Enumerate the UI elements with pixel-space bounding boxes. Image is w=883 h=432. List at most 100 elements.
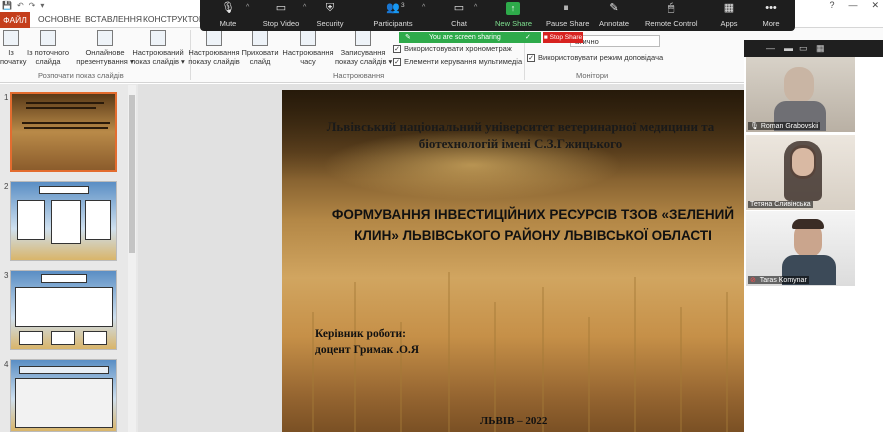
chat-button[interactable]: ▭ Chat (448, 2, 470, 28)
new-share-button[interactable]: ↑ New Share (495, 2, 532, 28)
mute-button[interactable]: 🎙 Mute (214, 2, 242, 28)
pause-icon: ⏸ (563, 2, 569, 14)
more-dots-icon: ••• (765, 2, 777, 14)
checkbox-checked-icon: ✓ (393, 44, 401, 53)
single-view-icon[interactable]: ▬ (784, 43, 793, 53)
stopwatch-icon (300, 30, 316, 46)
remote-control-button[interactable]: 🖱 Remote Control (645, 2, 698, 28)
avatar (784, 67, 814, 103)
media-controls-checkbox[interactable]: ✓ Елементи керування мультимедіа (393, 57, 522, 66)
mouse-icon: 🖱 (667, 2, 675, 14)
slide-number: 4 (4, 360, 9, 369)
save-icon[interactable]: 💾 (2, 1, 12, 10)
zoom-meeting-toolbar: 🎙 Mute ^ ▭ Stop Video ^ ⛨ Security 👥 Par… (200, 0, 795, 31)
video-camera-icon: ▭ (275, 2, 287, 14)
slide-thumbnail-4[interactable] (10, 359, 117, 432)
chevron-up-icon[interactable]: ^ (246, 4, 249, 11)
tab-file[interactable]: ФАЙЛ (0, 12, 30, 28)
setup-slideshow-icon (206, 30, 222, 46)
chevron-up-icon[interactable]: ^ (474, 4, 477, 11)
shield-icon: ⛨ (325, 2, 335, 14)
pin-icon: ✎ (405, 34, 411, 41)
chevron-up-icon[interactable]: ^ (422, 4, 425, 11)
slide-number: 1 (4, 93, 9, 102)
apps-button[interactable]: ▦ Apps (718, 2, 740, 28)
stop-video-button[interactable]: ▭ Stop Video (258, 2, 304, 28)
slideshow-start-icon (3, 30, 19, 46)
record-icon (355, 30, 371, 46)
participant-name: ⊘ Taras Komynar (748, 276, 809, 284)
stop-square-icon: ■ (543, 34, 548, 41)
slide-supervisor: Керівник роботи: доцент Гримак .О.Я (315, 326, 419, 358)
slide-city-year: ЛЬВІВ – 2022 (480, 415, 548, 427)
window-controls: ? — ✕ (829, 0, 879, 11)
participant-video-tile[interactable]: 🎙 Roman Grabovskii (746, 57, 855, 132)
security-button[interactable]: ⛨ Security (314, 2, 346, 28)
scrollbar-thumb[interactable] (129, 95, 135, 253)
participants-count: 3 (401, 2, 405, 9)
custom-slideshow-icon (150, 30, 166, 46)
redo-icon[interactable]: ↷ (29, 1, 36, 10)
slide-thumbnail-2[interactable] (10, 181, 117, 261)
setup-slideshow-button[interactable]: Настроювання показу слайдів (188, 30, 240, 66)
slide-thumbnail-1[interactable] (10, 92, 117, 172)
current-slide[interactable]: Львівський національний університет вете… (282, 90, 759, 432)
chat-bubble-icon: ▭ (453, 2, 465, 14)
participants-icon: 👥 (386, 2, 400, 14)
group-label-monitors: Монітори (576, 71, 609, 80)
share-arrow-up-icon: ↑ (506, 2, 520, 15)
slide-thesis-topic: ФОРМУВАННЯ ІНВЕСТИЦІЙНИХ РЕСУРСІВ ТЗОВ «… (331, 207, 735, 243)
group-label-start-slideshow: Розпочати показ слайдів (38, 71, 124, 80)
supervisor-name: доцент Гримак .О.Я (315, 344, 420, 356)
customize-qat-icon[interactable]: ▾ (40, 1, 44, 10)
quick-access-toolbar: 💾 ↶ ↷ ▾ (2, 1, 44, 10)
checkbox-checked-icon: ✓ (527, 53, 535, 62)
monitor-select[interactable]: атично (570, 35, 660, 47)
slide-thumbnail-3[interactable] (10, 270, 117, 350)
microphone-icon: 🎙 (221, 2, 235, 14)
microphone-muted-icon: ⊘ (750, 277, 756, 284)
presenter-view-checkbox[interactable]: ✓ Використовувати режим доповідача (527, 53, 663, 62)
record-slideshow-button[interactable]: Записування показу слайдів ▾ (335, 30, 392, 66)
slideshow-current-icon (40, 30, 56, 46)
chevron-up-icon[interactable]: ^ (303, 4, 306, 11)
slide-number: 3 (4, 271, 9, 280)
tab-design[interactable]: КОНСТРУКТОР (143, 14, 205, 24)
annotate-button[interactable]: ✎ Annotate (598, 2, 630, 28)
present-online-button[interactable]: Онлайнове презентування ▾ (74, 30, 136, 66)
checkbox-checked-icon: ✓ (393, 57, 401, 66)
stop-share-button[interactable]: ■ Stop Share (543, 32, 583, 43)
undo-icon[interactable]: ↶ (17, 1, 24, 10)
video-panel-header: — ▬ ▭ ▦ (744, 40, 883, 57)
apps-grid-icon: ▦ (723, 2, 735, 14)
participant-name: 🎙 Roman Grabovskii (748, 122, 821, 130)
tab-insert[interactable]: ВСТАВЛЕННЯ (85, 14, 142, 24)
minimize-panel-icon[interactable]: — (766, 43, 775, 53)
use-timings-checkbox[interactable]: ✓ Використовувати хронометраж (393, 44, 512, 53)
custom-slideshow-button[interactable]: Настроюваний показ слайдів ▾ (130, 30, 186, 66)
help-button[interactable]: ? (829, 0, 834, 11)
from-current-slide-button[interactable]: Із поточного слайда (24, 30, 72, 66)
minimize-button[interactable]: — (848, 0, 857, 11)
screen-sharing-banner: ✎ You are screen sharing ✓ (399, 32, 541, 43)
grid-view-icon[interactable]: ▦ (816, 43, 825, 54)
slide-thumbnail-panel: 1 2 3 4 (0, 84, 138, 432)
supervisor-label: Керівник роботи: (315, 328, 407, 340)
close-button[interactable]: ✕ (871, 0, 879, 11)
pencil-icon: ✎ (609, 2, 619, 14)
slide-number: 2 (4, 182, 9, 191)
participant-video-tile[interactable]: ⊘ Taras Komynar (746, 211, 855, 286)
participants-button[interactable]: 👥 Participants (370, 2, 416, 28)
from-beginning-button[interactable]: Із початку (0, 30, 27, 66)
hide-slide-button[interactable]: Приховати слайд (240, 30, 280, 66)
group-label-setup: Настроювання (333, 71, 385, 80)
participant-name: Тетяна Сливінська (748, 201, 813, 208)
strip-view-icon[interactable]: ▭ (799, 43, 808, 54)
microphone-icon: 🎙 (750, 123, 759, 130)
pause-share-button[interactable]: ⏸ Pause Share (546, 2, 589, 28)
slide-university-title: Львівський національний університет вете… (326, 119, 715, 151)
participant-video-tile[interactable]: Тетяна Сливінська (746, 135, 855, 210)
tab-home[interactable]: ОСНОВНЕ (38, 14, 81, 24)
rehearse-timings-button[interactable]: Настроювання часу (282, 30, 334, 66)
more-button[interactable]: ••• More (760, 2, 782, 28)
